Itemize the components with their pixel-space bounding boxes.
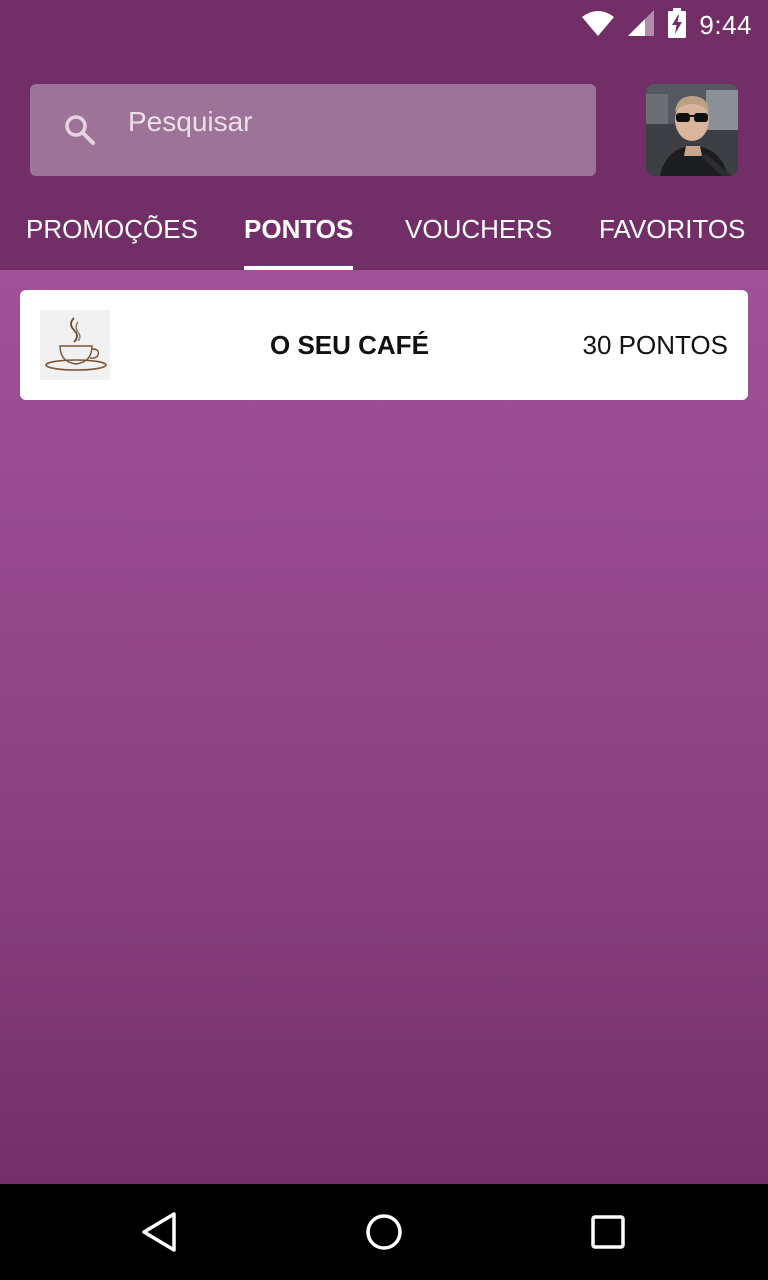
app-bar: 9:44 Pesquisar PROMOÇÕES PONTOS VOUCHERS… [0, 0, 768, 270]
back-icon[interactable] [136, 1208, 184, 1256]
tab-promocoes[interactable]: PROMOÇÕES [26, 214, 198, 270]
search-icon [62, 112, 98, 148]
search-input[interactable]: Pesquisar [30, 84, 596, 176]
tab-bar: PROMOÇÕES PONTOS VOUCHERS FAVORITOS [0, 196, 768, 270]
cell-signal-icon [627, 9, 655, 42]
home-icon[interactable] [360, 1208, 408, 1256]
navigation-bar [0, 1184, 768, 1280]
status-icons: 9:44 [581, 7, 752, 43]
tab-favoritos[interactable]: FAVORITOS [599, 214, 745, 270]
avatar[interactable] [646, 84, 738, 176]
coffee-cup-icon [40, 310, 110, 380]
wifi-icon [581, 9, 615, 42]
merchant-name: O SEU CAFÉ [270, 330, 429, 360]
tab-label: VOUCHERS [405, 214, 553, 244]
recents-icon[interactable] [584, 1208, 632, 1256]
tab-vouchers[interactable]: VOUCHERS [405, 214, 552, 270]
status-time: 9:44 [699, 9, 752, 40]
tab-pontos[interactable]: PONTOS [244, 214, 354, 270]
points-value: 30 PONTOS [582, 330, 728, 360]
battery-charging-icon [667, 7, 687, 43]
status-bar: 9:44 [0, 0, 768, 50]
search-placeholder: Pesquisar [128, 106, 253, 137]
list-item[interactable]: O SEU CAFÉ 30 PONTOS [20, 290, 748, 400]
app-screen: 9:44 Pesquisar PROMOÇÕES PONTOS VOUCHERS… [0, 0, 768, 1184]
active-tab-indicator [244, 266, 354, 270]
tab-label: PROMOÇÕES [26, 214, 198, 244]
tab-label: FAVORITOS [599, 214, 746, 244]
tab-label: PONTOS [244, 214, 354, 244]
